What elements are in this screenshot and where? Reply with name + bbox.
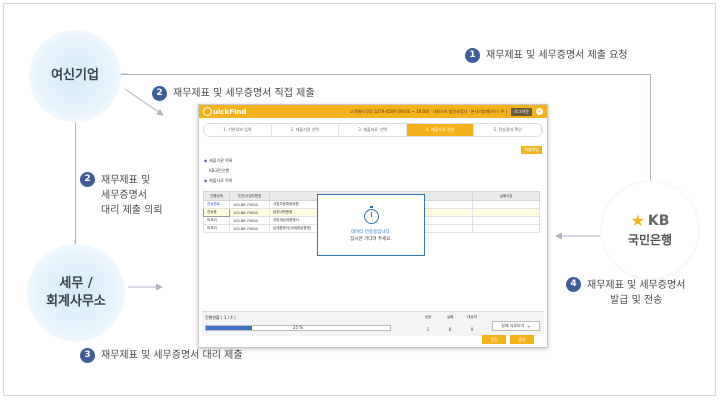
section-title: 제출기관 목록 <box>209 158 233 163</box>
close-button[interactable]: 종료 <box>510 335 534 344</box>
count-value: 0 <box>448 327 452 332</box>
bank-name: 국민은행 <box>627 232 673 247</box>
q-logo-icon <box>203 107 212 116</box>
step-1: 1 재무제표 및 세무증명서 제출 요청 <box>465 48 628 63</box>
institution-item: KB국민은행 <box>209 168 229 174</box>
topbar-info: 고객센터 02) 3279-4509 (09:00 ~ 18:00) (재)스티… <box>350 107 543 116</box>
diamond-icon: ◆ <box>204 158 208 163</box>
kb-star-icon: ★ <box>630 210 645 230</box>
wizard-step-5[interactable]: 5. 전송결과 확인 <box>474 124 542 136</box>
sending-modal: 데이터 전송중입니다. 잠시만 기다려 주세요. <box>317 194 425 256</box>
progress-bar: 25 % <box>205 325 391 331</box>
app-logo: uickFind <box>203 107 246 116</box>
row-id: 105-86-75000 <box>229 208 270 217</box>
progress-footer: 진행현황 ( 1 / 4 ) 25 % 성공 1 실패 0 대상외 0 실패 자… <box>202 311 544 336</box>
wizard-step-4[interactable]: 4. 제출자료 전송 <box>406 124 475 136</box>
row-status: 전송완료 <box>203 200 230 209</box>
step-text: 재무제표 및 세무증명서 제출 요청 <box>486 50 628 61</box>
row-status: 미처리 <box>203 216 230 225</box>
count-success: 성공 1 <box>420 315 436 332</box>
step-4: 4 재무제표 및 세무증명서 발급 및 전송 <box>566 277 686 308</box>
modal-message: 데이터 전송중입니다. <box>350 229 392 235</box>
step-text: 재무제표 및 세무증명서 직접 제출 <box>173 88 315 99</box>
stopwatch-icon <box>363 205 379 224</box>
section-title: 제출자료 목록 <box>209 178 233 183</box>
company-node: 여신기업 <box>29 30 121 122</box>
section-documents: ◆ 제출자료 목록 <box>204 178 232 184</box>
user-info: (재)스티 법인사업자 · 본사기업체아이 ( 주 ) <box>433 108 508 114</box>
quickfind-window: uickFind 고객센터 02) 3279-4509 (09:00 ~ 18:… <box>198 104 548 348</box>
diamond-icon: ◆ <box>204 178 208 183</box>
submit-button[interactable]: 전진 <box>482 335 506 344</box>
app-topbar: uickFind 고객센터 02) 3279-4509 (09:00 ~ 18:… <box>199 105 547 118</box>
count-label: 실패 <box>446 315 454 319</box>
step-badge: 3 <box>80 348 95 363</box>
step-badge: 2 <box>152 86 167 101</box>
row-fail-reason <box>472 224 540 233</box>
arrow-return-icon: ↵ <box>527 323 531 329</box>
wizard-step-2[interactable]: 2. 제출기관 선택 <box>271 124 340 136</box>
count-label: 성공 <box>424 315 432 319</box>
progress-label: 진행현황 ( 1 / 4 ) <box>205 315 236 320</box>
row-fail-reason <box>472 208 540 217</box>
row-fail-reason <box>472 200 540 209</box>
section-institutions: ◆ 제출기관 목록 <box>204 158 232 164</box>
logout-button[interactable]: 로그아웃 <box>511 107 532 116</box>
col-fail-reason: 실패사유 <box>472 191 540 201</box>
bank-brand: KB <box>647 212 670 229</box>
row-id: 105-86-75000 <box>229 216 270 225</box>
count-label: 대상외 <box>467 315 477 319</box>
company-label: 여신기업 <box>51 68 99 83</box>
app-brand: uickFind <box>213 107 247 116</box>
count-value: 1 <box>426 327 430 332</box>
step-badge: 4 <box>566 277 581 292</box>
step-text: 재무제표 및 세무증명서 발급 및 전송 <box>587 280 686 306</box>
bank-node: ★ KB 국민은행 <box>600 180 700 280</box>
step-3: 3 재무제표 및 세무증명서 대리 제출 <box>80 348 243 363</box>
row-id: 105-86-75000 <box>229 224 270 233</box>
step-2-delegate: 2 재무제표 및 세무증명서 대리 제출 의뢰 <box>80 172 163 218</box>
row-fail-reason <box>472 216 540 225</box>
step-2-direct: 2 재무제표 및 세무증명서 직접 제출 <box>152 86 315 101</box>
step-text: 재무제표 및 세무증명서 대리 제출 의뢰 <box>101 175 163 216</box>
support-phone: 고객센터 02) 3279-4509 (09:00 ~ 18:00) <box>350 108 430 114</box>
wizard-steps: 1. 기본정보 입력 2. 제출기관 선택 3. 제출자료 선택 4. 제출자료… <box>203 123 543 137</box>
institution-name: KB국민은행 <box>209 168 230 173</box>
close-icon[interactable]: ✕ <box>536 108 543 115</box>
row-status: 전송중 <box>203 208 230 217</box>
submit-method-button[interactable]: 제출방법 <box>521 146 542 154</box>
step-text: 재무제표 및 세무증명서 대리 제출 <box>101 350 243 361</box>
tax-office-label: 세무 / 회계사무소 <box>46 276 106 309</box>
count-fail: 실패 0 <box>442 315 458 332</box>
modal-submessage: 잠시만 기다려 주세요. <box>350 236 392 242</box>
tax-office-node: 세무 / 회계사무소 <box>27 244 125 342</box>
row-status: 미처리 <box>203 224 230 233</box>
progress-percent: 25 % <box>292 325 304 330</box>
count-excluded: 대상외 0 <box>464 315 480 332</box>
col-id: 주민/사업자번호 <box>229 191 270 201</box>
count-value: 0 <box>470 327 474 332</box>
wizard-step-1[interactable]: 1. 기본정보 입력 <box>204 124 272 136</box>
failed-items-label: 실패 자료보기 <box>501 323 525 328</box>
col-status: 진행상태 <box>203 191 230 201</box>
row-id: 105-86-75000 <box>229 200 270 209</box>
step-badge: 1 <box>465 48 480 63</box>
failed-items-button[interactable]: 실패 자료보기 ↵ <box>492 321 540 331</box>
wizard-step-3[interactable]: 3. 제출자료 선택 <box>339 124 407 136</box>
step-badge: 2 <box>80 172 95 187</box>
